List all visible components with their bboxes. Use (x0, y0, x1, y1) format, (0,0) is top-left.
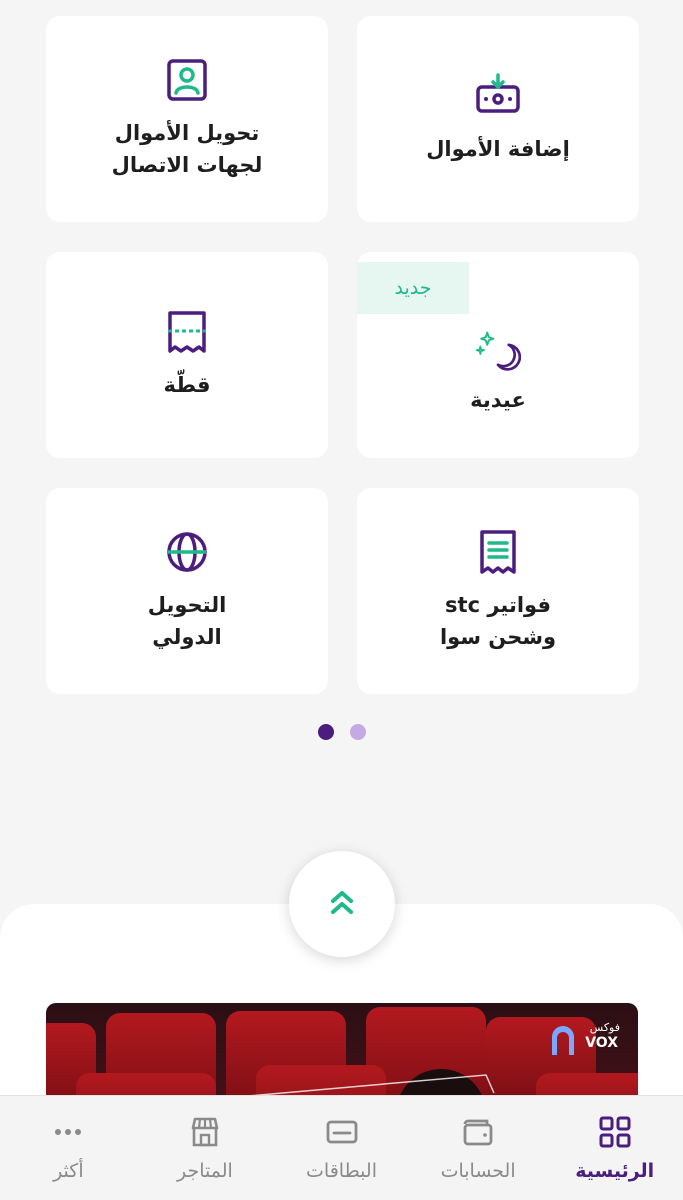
tile-international-transfer[interactable]: التحويل الدولي (46, 488, 328, 694)
new-badge: جديد (357, 262, 469, 314)
tile-label: قطّة (163, 373, 211, 397)
page-indicator (318, 724, 366, 740)
crescent-moon-icon (475, 328, 521, 374)
home-screen: إضافة الأموال تحويل الأموال لجهات الاتصا… (0, 0, 683, 1200)
tile-contact-transfer[interactable]: تحويل الأموال لجهات الاتصال (46, 16, 328, 222)
contact-transfer-icon (164, 57, 210, 103)
add-money-icon (475, 73, 521, 119)
globe-icon (164, 529, 210, 575)
page-dot[interactable] (350, 724, 366, 740)
card-icon (324, 1114, 360, 1150)
nav-cards[interactable]: البطاقات (274, 1098, 410, 1198)
tile-add-money[interactable]: إضافة الأموال (357, 16, 639, 222)
split-bill-icon (164, 309, 210, 355)
tile-split-bill[interactable]: قطّة (46, 252, 328, 458)
more-dots-icon (50, 1114, 86, 1150)
nav-stores[interactable]: المتاجر (137, 1098, 273, 1198)
nav-label: البطاقات (306, 1160, 377, 1182)
tile-label: عيدية (470, 388, 526, 412)
nav-home[interactable]: الرئيسية (547, 1098, 683, 1198)
tile-stc-bills[interactable]: فواتير stc وشحن سوا (357, 488, 639, 694)
nav-more[interactable]: أكثر (0, 1098, 136, 1198)
double-chevron-up-icon (328, 887, 356, 921)
nav-accounts[interactable]: الحسابات (410, 1098, 546, 1198)
bill-receipt-icon (475, 529, 521, 575)
tile-label: تحويل الأموال لجهات الاتصال (111, 121, 263, 177)
nav-label: الحسابات (440, 1160, 516, 1182)
tile-eidiya[interactable]: جديد عيدية (357, 252, 639, 458)
nav-label: الرئيسية (575, 1160, 655, 1182)
bottom-navigation: الرئيسية الحسابات البطاقات المتاجر أكثر (0, 1095, 683, 1200)
page-dot-active[interactable] (318, 724, 334, 740)
grid-home-icon (597, 1114, 633, 1150)
expand-sheet-button[interactable] (289, 851, 395, 957)
tile-label: فواتير stc وشحن سوا (439, 593, 557, 649)
nav-label: المتاجر (177, 1160, 233, 1182)
tile-label: التحويل الدولي (147, 593, 227, 649)
vox-logo: فوكس VOX (550, 1021, 620, 1061)
store-icon (187, 1114, 223, 1150)
tile-label: إضافة الأموال (426, 137, 570, 161)
wallet-icon (460, 1114, 496, 1150)
nav-label: أكثر (53, 1160, 84, 1182)
